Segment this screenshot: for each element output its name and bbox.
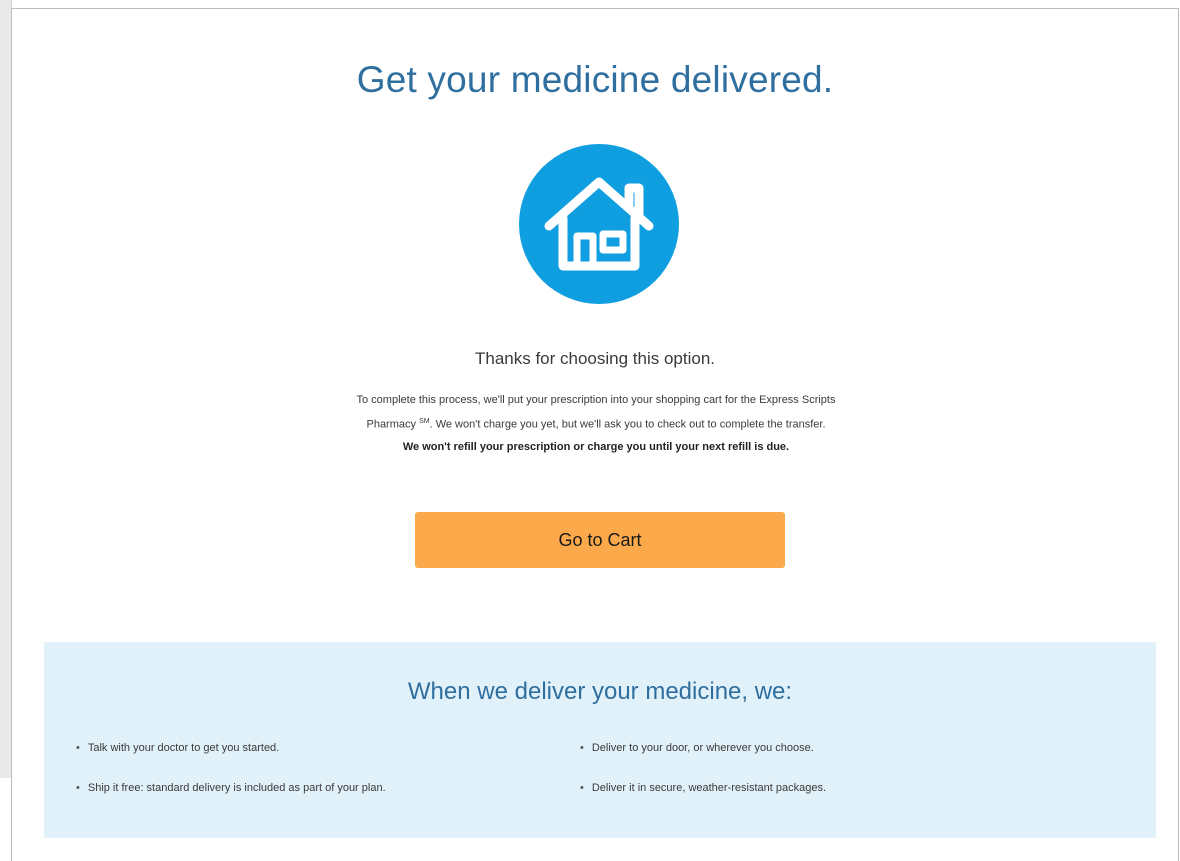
benefits-panel: When we deliver your medicine, we: Talk … (44, 642, 1156, 838)
instructions-text: To complete this process, we'll put your… (192, 389, 1000, 458)
modal-title: Get your medicine delivered. (356, 59, 834, 100)
delivery-modal: Get your medicine delivered. Thanks for … (11, 8, 1179, 861)
instructions-line-2-rest: . We won't charge you yet, but we'll ask… (429, 418, 826, 431)
list-item: Deliver to your door, or wherever you ch… (580, 742, 814, 754)
go-to-cart-button[interactable]: Go to Cart (415, 512, 785, 568)
instructions-line-1: To complete this process, we'll put your… (356, 394, 836, 406)
house-icon (519, 144, 679, 304)
thanks-heading: Thanks for choosing this option. (474, 349, 716, 368)
refill-notice: We won't refill your prescription or cha… (402, 440, 790, 453)
list-item: Deliver it in secure, weather-resistant … (580, 782, 826, 794)
instructions-line-2: Pharmacy SM. We won't charge you yet, bu… (192, 411, 1000, 436)
benefits-title: When we deliver your medicine, we: (407, 678, 793, 705)
service-mark: SM (419, 418, 430, 425)
pharmacy-word: Pharmacy (366, 418, 417, 431)
list-item: Ship it free: standard delivery is inclu… (76, 782, 386, 794)
list-item: Talk with your doctor to get you started… (76, 742, 279, 754)
